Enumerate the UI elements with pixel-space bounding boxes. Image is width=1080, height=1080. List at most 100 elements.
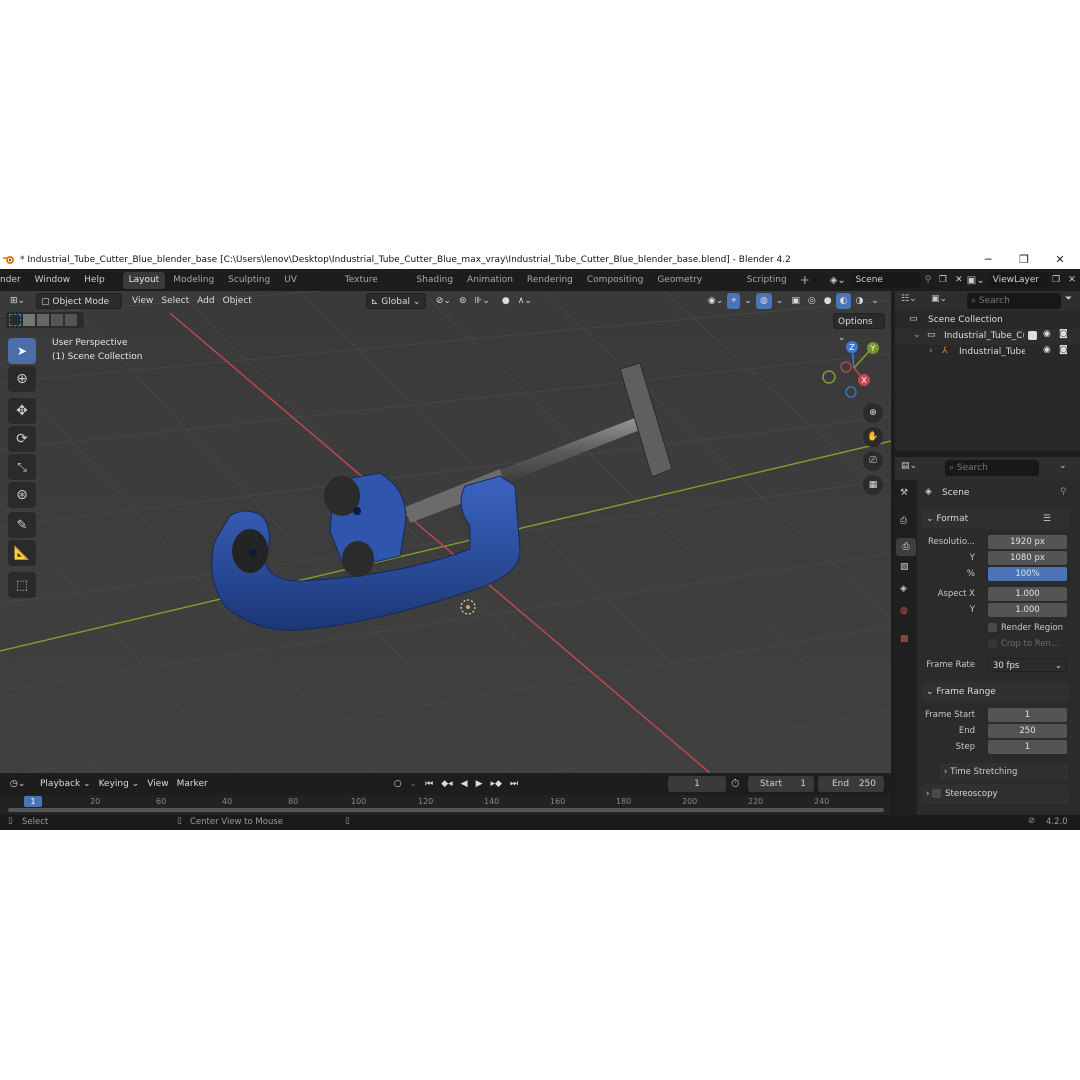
display-mode-icon[interactable]: ▣⌄: [931, 294, 947, 304]
tool-tab-icon[interactable]: ⚒: [900, 488, 908, 498]
annotate-tool[interactable]: ✎: [8, 512, 36, 538]
menu-keying[interactable]: Keying ⌄: [95, 776, 144, 792]
view-layer-tab-icon[interactable]: ▧: [900, 562, 909, 572]
pan-view-button[interactable]: ✋: [863, 427, 883, 447]
crop-box[interactable]: [988, 639, 997, 648]
delete-scene-icon[interactable]: ✕: [951, 275, 967, 285]
time-stretching-subpanel[interactable]: › Time Stretching: [940, 763, 1068, 781]
gizmo-toggle-icon[interactable]: ⌖: [727, 293, 741, 309]
menu-view[interactable]: View: [128, 293, 157, 309]
outliner-row-collection[interactable]: ⌄ ▭ Industrial_Tube_Cu ◉ ◙: [895, 329, 1080, 345]
next-keyframe-icon[interactable]: ▸◆: [487, 776, 506, 792]
minimize-button[interactable]: ─: [970, 250, 1006, 269]
playhead-frame[interactable]: 1: [24, 796, 42, 807]
record-icon[interactable]: ○: [390, 776, 406, 792]
scene-tab-icon[interactable]: ◈: [900, 584, 907, 594]
tab-uv-editing[interactable]: UV Editing: [278, 272, 337, 302]
ortho-toggle-button[interactable]: ▦: [863, 475, 883, 495]
tab-modeling[interactable]: Modeling: [167, 272, 220, 289]
tab-scripting[interactable]: Scripting: [741, 272, 793, 289]
properties-search-field[interactable]: ⌕ Search: [945, 460, 1039, 476]
stereoscopy-panel-header[interactable]: › Stereoscopy: [922, 784, 1069, 804]
render-region-box[interactable]: [988, 623, 997, 632]
tab-shading[interactable]: Shading: [410, 272, 459, 289]
record-menu-icon[interactable]: ⌄: [406, 776, 422, 792]
render-camera-icon[interactable]: ◙: [1059, 329, 1068, 339]
pivot-icon[interactable]: ⊘⌄: [432, 293, 455, 309]
timeline-scrollbar[interactable]: [8, 808, 884, 812]
frame-range-panel-header[interactable]: ⌄ Frame Range: [922, 682, 1069, 702]
select-box-tool[interactable]: ➤: [8, 338, 36, 364]
texture-tab-icon[interactable]: ▩: [900, 634, 909, 644]
outliner-search-field[interactable]: ⌕ Search: [967, 293, 1061, 309]
eye-icon[interactable]: ◉: [1043, 329, 1051, 339]
tab-rendering[interactable]: Rendering: [521, 272, 579, 289]
output-tab-icon[interactable]: ⎙: [896, 538, 916, 556]
play-reverse-icon[interactable]: ◀: [457, 776, 472, 792]
select-intersect-icon[interactable]: [65, 314, 77, 326]
overlay-menu-icon[interactable]: ⌄: [772, 293, 788, 309]
eye-icon[interactable]: ◉: [1043, 345, 1051, 355]
add-workspace-button[interactable]: +: [794, 273, 816, 287]
viewlayer-field[interactable]: ViewLayer: [988, 272, 1049, 288]
jump-start-icon[interactable]: ⏮: [421, 776, 437, 792]
tab-texture-paint[interactable]: Texture Paint: [339, 272, 409, 302]
new-viewlayer-icon[interactable]: ❐: [1048, 275, 1064, 285]
transform-tool[interactable]: ⊛: [8, 482, 36, 508]
outliner-editor-icon[interactable]: ☷⌄: [901, 294, 917, 304]
stereoscopy-checkbox[interactable]: [932, 789, 942, 798]
start-frame-field[interactable]: Start 1: [748, 776, 814, 792]
select-invert-icon[interactable]: [51, 314, 63, 326]
collection-name[interactable]: Industrial_Tube_Cu: [944, 331, 1024, 341]
menu-playback[interactable]: Playback ⌄: [36, 776, 95, 792]
exclude-checkbox[interactable]: [1028, 331, 1037, 340]
properties-editor-icon[interactable]: ▤⌄: [901, 461, 917, 471]
delete-viewlayer-icon[interactable]: ✕: [1064, 275, 1080, 285]
outliner-row-object[interactable]: › ⅄ Industrial_Tube ◉ ◙: [895, 345, 1080, 361]
frame-rate-dropdown[interactable]: 30 fps ⌄: [988, 658, 1067, 672]
visibility-icon[interactable]: ◉⌄: [704, 293, 727, 309]
select-extend-icon[interactable]: [23, 314, 35, 326]
pin-icon[interactable]: ⚲: [921, 275, 935, 285]
world-tab-icon[interactable]: ◍: [900, 606, 908, 616]
select-new-icon[interactable]: [9, 314, 21, 326]
menu-add[interactable]: Add: [193, 293, 218, 309]
close-button[interactable]: ✕: [1042, 250, 1078, 269]
stopwatch-icon[interactable]: ⏱: [731, 777, 740, 791]
timeline-editor-icon[interactable]: ◷⌄: [6, 776, 30, 792]
new-scene-icon[interactable]: ❐: [935, 275, 951, 285]
expand-right-icon[interactable]: ›: [929, 346, 933, 356]
menu-select[interactable]: Select: [157, 293, 193, 309]
crop-checkbox[interactable]: Crop to Ren...: [988, 639, 1059, 649]
select-subtract-icon[interactable]: [37, 314, 49, 326]
scale-tool[interactable]: ⤡: [8, 454, 36, 480]
snap-target-icon[interactable]: ⊪⌄: [471, 293, 494, 309]
solid-shading-icon[interactable]: ●: [820, 293, 836, 309]
snap-icon[interactable]: ⊚: [455, 293, 471, 309]
3d-viewport[interactable]: [0, 291, 891, 773]
mode-selector[interactable]: ▢ Object Mode ⌄: [36, 293, 122, 323]
tab-geometry-nodes[interactable]: Geometry Nodes: [651, 272, 738, 302]
frame-step-field[interactable]: 1: [988, 740, 1067, 754]
render-region-checkbox[interactable]: Render Region: [988, 623, 1063, 633]
end-frame-field[interactable]: End 250: [818, 776, 884, 792]
orientation-selector[interactable]: ⊾ Global ⌄: [365, 293, 426, 309]
render-camera-icon[interactable]: ◙: [1059, 345, 1068, 355]
proportional-edit-icon[interactable]: ●: [498, 293, 514, 309]
zoom-view-button[interactable]: ⊕: [863, 403, 883, 423]
render-tab-icon[interactable]: ⎙: [900, 516, 907, 526]
pin-icon[interactable]: ⚲: [1060, 487, 1067, 497]
properties-options-icon[interactable]: ⌄: [1059, 461, 1067, 471]
scene-collection-label[interactable]: Scene Collection: [928, 315, 1003, 325]
scene-selector-icon[interactable]: ◈⌄: [830, 275, 852, 286]
rendered-shading-icon[interactable]: ◑: [851, 293, 867, 309]
viewlayer-icon[interactable]: ▣⌄: [967, 275, 989, 286]
tab-compositing[interactable]: Compositing: [581, 272, 649, 289]
tab-animation[interactable]: Animation: [461, 272, 519, 289]
aspect-y-field[interactable]: 1.000: [988, 603, 1067, 617]
gizmo-menu-icon[interactable]: ⌄: [740, 293, 756, 309]
resolution-pct-slider[interactable]: 100%: [988, 567, 1067, 581]
current-frame-field[interactable]: 1: [668, 776, 726, 792]
editor-type-icon[interactable]: ⊞⌄: [6, 293, 32, 309]
options-button[interactable]: Options ⌄: [833, 313, 885, 343]
